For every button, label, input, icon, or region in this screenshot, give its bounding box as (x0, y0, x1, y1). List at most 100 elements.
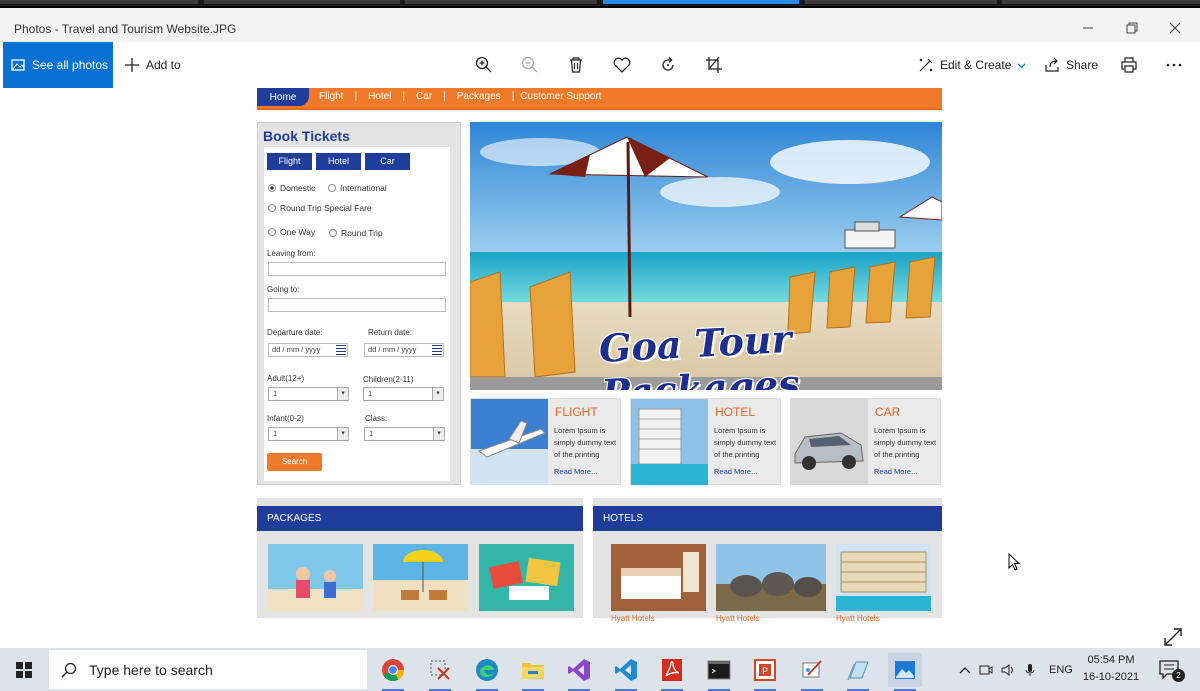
taskbar-chrome[interactable] (376, 653, 410, 691)
minimize-button[interactable] (1066, 14, 1110, 42)
cursor-icon (1008, 552, 1021, 571)
share-label: Share (1066, 58, 1099, 72)
adult-select: 1 ▾ (268, 387, 349, 401)
tab-car: Car (365, 153, 410, 170)
hotel-caption: Hyatt Hotels (836, 614, 880, 623)
photos-window: Photos - Travel and Tourism Website.JPG … (0, 8, 1200, 648)
nav-hotel: Hotel (368, 91, 392, 102)
edit-create-button[interactable]: Edit & Create (918, 42, 1026, 88)
calendar-icon (336, 345, 346, 355)
background-tab (805, 0, 997, 4)
language-indicator[interactable]: ENG (1049, 664, 1073, 676)
favorite-button[interactable] (611, 54, 633, 76)
more-icon (1166, 63, 1182, 67)
close-icon (1169, 22, 1181, 34)
print-button[interactable] (1118, 54, 1140, 76)
hotels-header: HOTELS (593, 506, 942, 531)
radio-label: Round Trip (341, 228, 383, 238)
fullscreen-button[interactable] (1162, 626, 1184, 648)
taskbar-clock[interactable]: 05:54 PM 16-10-2021 (1080, 652, 1142, 686)
package-thumbnail (479, 544, 574, 611)
taskbar-file-explorer[interactable] (516, 653, 550, 691)
flight-read-more: Read More... (554, 467, 598, 476)
nav-car: Car (416, 91, 433, 102)
edge-icon (476, 659, 498, 681)
radio-dot (268, 228, 276, 236)
taskbar-terminal[interactable] (702, 653, 736, 691)
notepad-icon (847, 661, 869, 681)
radio-dot (328, 184, 336, 192)
show-hidden-icons-button[interactable] (955, 666, 975, 674)
print-icon (1121, 57, 1137, 73)
taskbar-search-box[interactable]: Type here to search (49, 650, 367, 689)
radio-dot (268, 204, 276, 212)
taskbar-paint[interactable] (795, 653, 829, 691)
return-date-input: dd / mm / yyyy (364, 343, 444, 357)
children-label: Children(2-11) (363, 375, 414, 384)
windows-logo-icon (16, 661, 32, 678)
hotels-section: HOTELS Hyatt Hotels Hyatt Hotels Hyatt H… (593, 498, 942, 623)
radio-round-trip-special: Round Trip Special Fare (268, 203, 372, 213)
date-placeholder: dd / mm / yyyy (368, 345, 417, 354)
chevron-down-icon: ▾ (432, 388, 443, 400)
notification-center-button[interactable]: 2 (1153, 653, 1187, 687)
start-button[interactable] (0, 648, 48, 691)
search-icon (61, 662, 77, 678)
calendar-icon (432, 345, 442, 355)
more-options-button[interactable] (1163, 54, 1185, 76)
acrobat-icon (662, 659, 682, 681)
taskbar-powerpoint[interactable]: P (748, 653, 782, 691)
volume-icon[interactable] (997, 663, 1019, 677)
leaving-from-input (268, 262, 446, 276)
book-tickets-panel: Book Tickets Flight Hotel Car Domestic I… (257, 122, 461, 485)
class-select: 1 ▾ (364, 427, 445, 441)
close-button[interactable] (1153, 14, 1197, 42)
website-screenshot: Home Flight | Hotel | Car | Packages | C… (257, 88, 942, 628)
terminal-icon (707, 660, 731, 680)
taskbar-edge[interactable] (470, 653, 504, 691)
meet-now-icon[interactable] (975, 663, 997, 677)
add-to-button[interactable]: Add to (124, 42, 181, 88)
taskbar-visual-studio[interactable] (562, 653, 596, 691)
see-all-photos-label: See all photos (32, 58, 109, 72)
see-all-photos-button[interactable]: See all photos (3, 42, 113, 88)
chevron-down-icon (1017, 63, 1026, 68)
file-explorer-icon (522, 663, 544, 679)
package-thumbnail (268, 544, 363, 611)
taskbar-notepad[interactable] (841, 653, 875, 691)
delete-button[interactable] (565, 54, 587, 76)
edit-create-icon (919, 58, 933, 72)
taskbar-acrobat[interactable] (655, 653, 689, 691)
date-placeholder: dd / mm / yyyy (272, 345, 321, 354)
hotel-thumbnail (611, 544, 706, 611)
site-nav-bar: Home Flight | Hotel | Car | Packages | C… (257, 88, 942, 110)
taskbar-photos[interactable] (888, 653, 922, 691)
delete-icon (570, 57, 582, 73)
visual-studio-icon (568, 659, 590, 681)
taskbar-snipping-tool[interactable] (423, 653, 457, 691)
hotel-card-title: HOTEL (715, 405, 756, 419)
nav-separator: | (354, 91, 358, 102)
crop-button[interactable] (703, 54, 725, 76)
powerpoint-icon: P (754, 659, 776, 681)
zoom-in-button[interactable] (473, 54, 495, 76)
nav-separator: | (443, 91, 446, 102)
restore-icon (1126, 22, 1138, 34)
infant-select: 1 ▾ (268, 427, 349, 441)
zoom-out-button[interactable] (519, 54, 541, 76)
rotate-button[interactable] (657, 54, 679, 76)
nav-home: Home (257, 88, 309, 106)
zoom-out-icon (521, 56, 538, 73)
restore-button[interactable] (1110, 14, 1154, 42)
leaving-from-label: Leaving from: (267, 249, 316, 258)
taskbar-vscode[interactable] (609, 653, 643, 691)
select-value: 1 (368, 389, 373, 398)
share-button[interactable]: Share (1044, 42, 1098, 88)
radio-label: One Way (280, 227, 316, 237)
background-tab (405, 0, 597, 4)
book-tickets-form: Flight Hotel Car Domestic International … (264, 147, 450, 481)
radio-label: Domestic (280, 183, 316, 193)
zoom-in-icon (475, 56, 492, 73)
book-tickets-title: Book Tickets (263, 128, 350, 144)
microphone-icon[interactable] (1019, 663, 1041, 677)
